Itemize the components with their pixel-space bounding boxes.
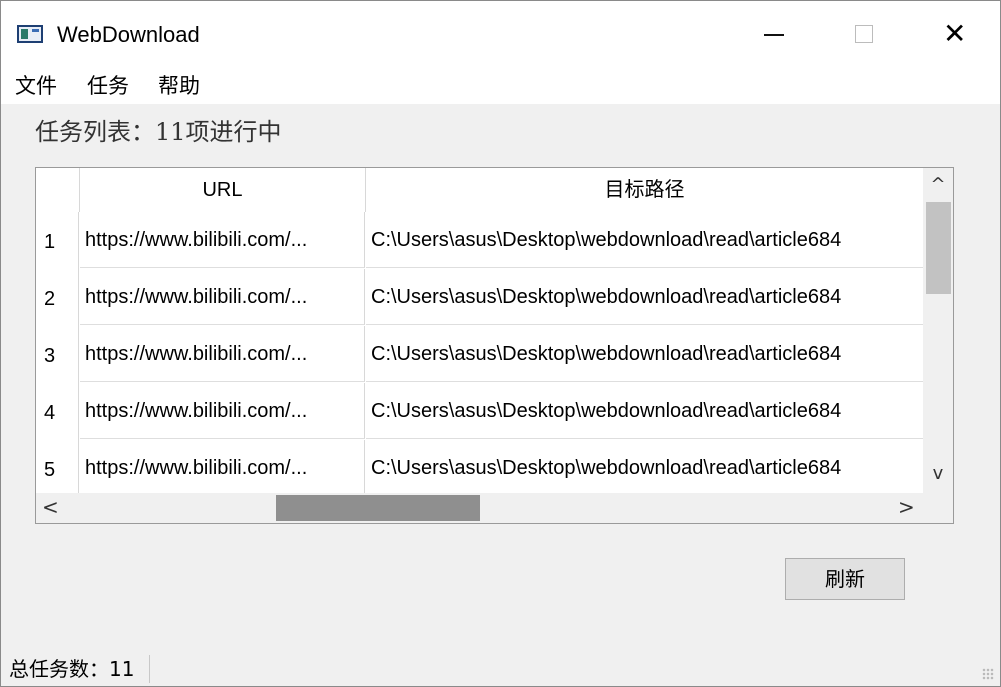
title-bar[interactable]: WebDownload ✕ <box>1 1 1000 68</box>
scroll-up-icon[interactable]: ^ <box>923 174 953 198</box>
app-window: WebDownload ✕ 文件 任务 帮助 任务列表：11项进行中 URL 目… <box>0 0 1001 687</box>
task-list-title: 任务列表：11项进行中 <box>35 118 282 146</box>
column-header-url[interactable]: URL <box>80 168 366 212</box>
horizontal-scroll-thumb[interactable] <box>276 495 480 521</box>
menu-help[interactable]: 帮助 <box>158 72 200 100</box>
row-header[interactable]: 4 <box>36 383 79 440</box>
row-header[interactable]: 5 <box>36 440 79 493</box>
refresh-button[interactable]: 刷新 <box>785 558 905 600</box>
table-row[interactable]: 4 https://www.bilibili.com/... C:\Users\… <box>36 383 923 440</box>
total-tasks-label: 总任务数：11 <box>9 657 135 681</box>
vertical-scroll-thumb[interactable] <box>926 202 951 294</box>
menu-bar: 文件 任务 帮助 <box>1 68 1000 104</box>
status-separator <box>149 655 150 683</box>
path-cell[interactable]: C:\Users\asus\Desktop\webdownload\read\a… <box>366 440 923 493</box>
scroll-right-icon[interactable]: > <box>898 495 922 521</box>
table-row[interactable]: 2 https://www.bilibili.com/... C:\Users\… <box>36 269 923 326</box>
status-bar: 总任务数：11 <box>1 651 1000 686</box>
row-header[interactable]: 1 <box>36 212 79 269</box>
url-cell[interactable]: https://www.bilibili.com/... <box>80 383 365 439</box>
vertical-scrollbar[interactable]: ^ v <box>923 168 953 493</box>
close-icon: ✕ <box>943 17 967 50</box>
path-cell[interactable]: C:\Users\asus\Desktop\webdownload\read\a… <box>366 269 923 325</box>
path-cell[interactable]: C:\Users\asus\Desktop\webdownload\read\a… <box>366 212 923 268</box>
table-row[interactable]: 1 https://www.bilibili.com/... C:\Users\… <box>36 212 923 269</box>
scroll-down-icon[interactable]: v <box>923 463 953 487</box>
column-header-target-path[interactable]: 目标路径 <box>366 168 923 212</box>
url-cell[interactable]: https://www.bilibili.com/... <box>80 269 365 325</box>
horizontal-scrollbar[interactable]: < > <box>36 493 953 523</box>
path-cell[interactable]: C:\Users\asus\Desktop\webdownload\read\a… <box>366 326 923 382</box>
url-cell[interactable]: https://www.bilibili.com/... <box>80 440 365 493</box>
table-row[interactable]: 3 https://www.bilibili.com/... C:\Users\… <box>36 326 923 383</box>
app-icon <box>17 25 43 43</box>
minimize-button[interactable] <box>748 13 794 55</box>
window-title: WebDownload <box>57 22 200 47</box>
maximize-button[interactable] <box>839 13 885 55</box>
resize-grip-icon[interactable] <box>982 668 994 680</box>
row-header[interactable]: 2 <box>36 269 79 326</box>
table-row[interactable]: 5 https://www.bilibili.com/... C:\Users\… <box>36 440 923 493</box>
menu-task[interactable]: 任务 <box>87 72 129 100</box>
table-corner <box>36 168 80 212</box>
maximize-icon <box>855 25 873 43</box>
close-button[interactable]: ✕ <box>931 13 977 55</box>
path-cell[interactable]: C:\Users\asus\Desktop\webdownload\read\a… <box>366 383 923 439</box>
menu-file[interactable]: 文件 <box>15 72 57 100</box>
row-header[interactable]: 3 <box>36 326 79 383</box>
url-cell[interactable]: https://www.bilibili.com/... <box>80 212 365 268</box>
url-cell[interactable]: https://www.bilibili.com/... <box>80 326 365 382</box>
task-table[interactable]: URL 目标路径 1 https://www.bilibili.com/... … <box>35 167 954 524</box>
minimize-icon <box>764 34 784 36</box>
scroll-left-icon[interactable]: < <box>42 495 66 521</box>
